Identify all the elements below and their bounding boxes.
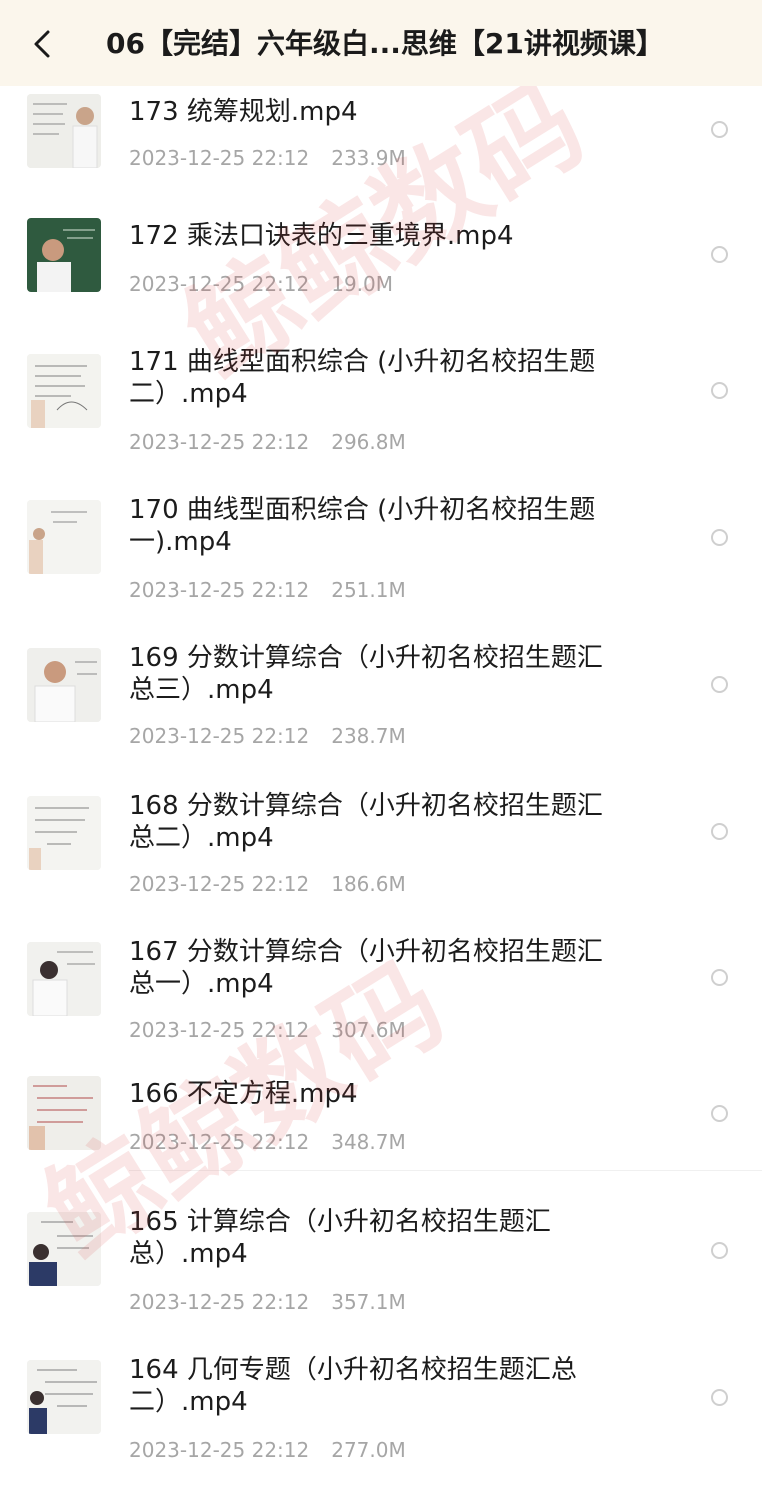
file-date: 2023-12-25 22:12: [129, 430, 310, 454]
back-button[interactable]: [22, 22, 66, 66]
file-date: 2023-12-25 22:12: [129, 1130, 310, 1154]
file-row[interactable]: 166 不定方程.mp4 2023-12-25 22:12 348.7M: [0, 1072, 762, 1168]
file-meta: 2023-12-25 22:12 307.6M: [129, 1016, 609, 1044]
file-name: 168 分数计算综合（小升初名校招生题汇总二）.mp4: [129, 791, 603, 853]
top-bar: 06【完结】六年级白...思维【21讲视频课】: [0, 0, 762, 86]
file-size: 307.6M: [331, 1018, 406, 1042]
file-date: 2023-12-25 22:12: [129, 872, 310, 896]
file-meta: 2023-12-25 22:12 357.1M: [129, 1288, 609, 1316]
chevron-left-icon: [22, 22, 66, 66]
file-name: 165 计算综合（小升初名校招生题汇总）.mp4: [129, 1207, 551, 1269]
file-date: 2023-12-25 22:12: [129, 1438, 310, 1462]
file-meta: 2023-12-25 22:12 19.0M: [129, 270, 609, 298]
file-size: 348.7M: [331, 1130, 406, 1154]
file-row[interactable]: 173 统筹规划.mp4 2023-12-25 22:12 233.9M: [0, 92, 762, 200]
video-thumbnail: [27, 1076, 101, 1150]
file-size: 251.1M: [331, 578, 406, 602]
file-date: 2023-12-25 22:12: [129, 578, 310, 602]
file-date: 2023-12-25 22:12: [129, 272, 310, 296]
video-thumbnail: [27, 500, 101, 574]
file-row[interactable]: 169 分数计算综合（小升初名校招生题汇总三）.mp4 2023-12-25 2…: [0, 638, 762, 766]
file-row[interactable]: 170 曲线型面积综合 (小升初名校招生题一).mp4 2023-12-25 2…: [0, 490, 762, 618]
select-radio[interactable]: [711, 529, 728, 546]
file-meta: 2023-12-25 22:12 277.0M: [129, 1436, 609, 1464]
file-size: 277.0M: [331, 1438, 406, 1462]
file-name: 167 分数计算综合（小升初名校招生题汇总一）.mp4: [129, 937, 603, 999]
file-meta: 2023-12-25 22:12 238.7M: [129, 722, 609, 750]
file-name: 170 曲线型面积综合 (小升初名校招生题一).mp4: [129, 495, 596, 557]
file-name: 169 分数计算综合（小升初名校招生题汇总三）.mp4: [129, 643, 603, 705]
file-list: 173 统筹规划.mp4 2023-12-25 22:12 233.9M 172 …: [0, 0, 762, 1499]
select-radio[interactable]: [711, 969, 728, 986]
file-meta: 2023-12-25 22:12 251.1M: [129, 576, 609, 604]
video-thumbnail: [27, 218, 101, 292]
file-row[interactable]: 167 分数计算综合（小升初名校招生题汇总一）.mp4 2023-12-25 2…: [0, 932, 762, 1060]
file-size: 233.9M: [331, 146, 406, 170]
file-meta: 2023-12-25 22:12 233.9M: [129, 144, 609, 172]
select-radio[interactable]: [711, 1242, 728, 1259]
file-date: 2023-12-25 22:12: [129, 146, 310, 170]
video-thumbnail: [27, 1212, 101, 1286]
file-size: 357.1M: [331, 1290, 406, 1314]
file-name: 166 不定方程.mp4: [129, 1079, 358, 1109]
file-date: 2023-12-25 22:12: [129, 1018, 310, 1042]
select-radio[interactable]: [711, 382, 728, 399]
row-divider: [129, 1170, 762, 1171]
file-date: 2023-12-25 22:12: [129, 724, 310, 748]
select-radio[interactable]: [711, 1105, 728, 1122]
video-thumbnail: [27, 942, 101, 1016]
file-row[interactable]: 164 几何专题（小升初名校招生题汇总二）.mp4 2023-12-25 22:…: [0, 1350, 762, 1478]
file-name: 173 统筹规划.mp4: [129, 97, 358, 127]
video-thumbnail: [27, 354, 101, 428]
file-row[interactable]: 168 分数计算综合（小升初名校招生题汇总二）.mp4 2023-12-25 2…: [0, 786, 762, 914]
video-thumbnail: [27, 648, 101, 722]
select-radio[interactable]: [711, 676, 728, 693]
file-meta: 2023-12-25 22:12 186.6M: [129, 870, 609, 898]
select-radio[interactable]: [711, 1389, 728, 1406]
file-row[interactable]: 172 乘法口诀表的三重境界.mp4 2023-12-25 22:12 19.0M: [0, 212, 762, 322]
file-size: 238.7M: [331, 724, 406, 748]
video-thumbnail: [27, 796, 101, 870]
file-size: 296.8M: [331, 430, 406, 454]
file-name: 171 曲线型面积综合 (小升初名校招生题二）.mp4: [129, 347, 596, 409]
video-thumbnail: [27, 1360, 101, 1434]
file-meta: 2023-12-25 22:12 296.8M: [129, 428, 609, 456]
file-name: 164 几何专题（小升初名校招生题汇总二）.mp4: [129, 1355, 577, 1417]
file-row[interactable]: 171 曲线型面积综合 (小升初名校招生题二）.mp4 2023-12-25 2…: [0, 342, 762, 470]
file-meta: 2023-12-25 22:12 348.7M: [129, 1128, 609, 1156]
file-date: 2023-12-25 22:12: [129, 1290, 310, 1314]
file-row[interactable]: 165 计算综合（小升初名校招生题汇总）.mp4 2023-12-25 22:1…: [0, 1202, 762, 1330]
page-title: 06【完结】六年级白...思维【21讲视频课】: [106, 27, 664, 60]
file-size: 186.6M: [331, 872, 406, 896]
select-radio[interactable]: [711, 823, 728, 840]
file-size: 19.0M: [331, 272, 394, 296]
file-name: 172 乘法口诀表的三重境界.mp4: [129, 221, 514, 251]
select-radio[interactable]: [711, 246, 728, 263]
video-thumbnail: [27, 94, 101, 168]
select-radio[interactable]: [711, 121, 728, 138]
